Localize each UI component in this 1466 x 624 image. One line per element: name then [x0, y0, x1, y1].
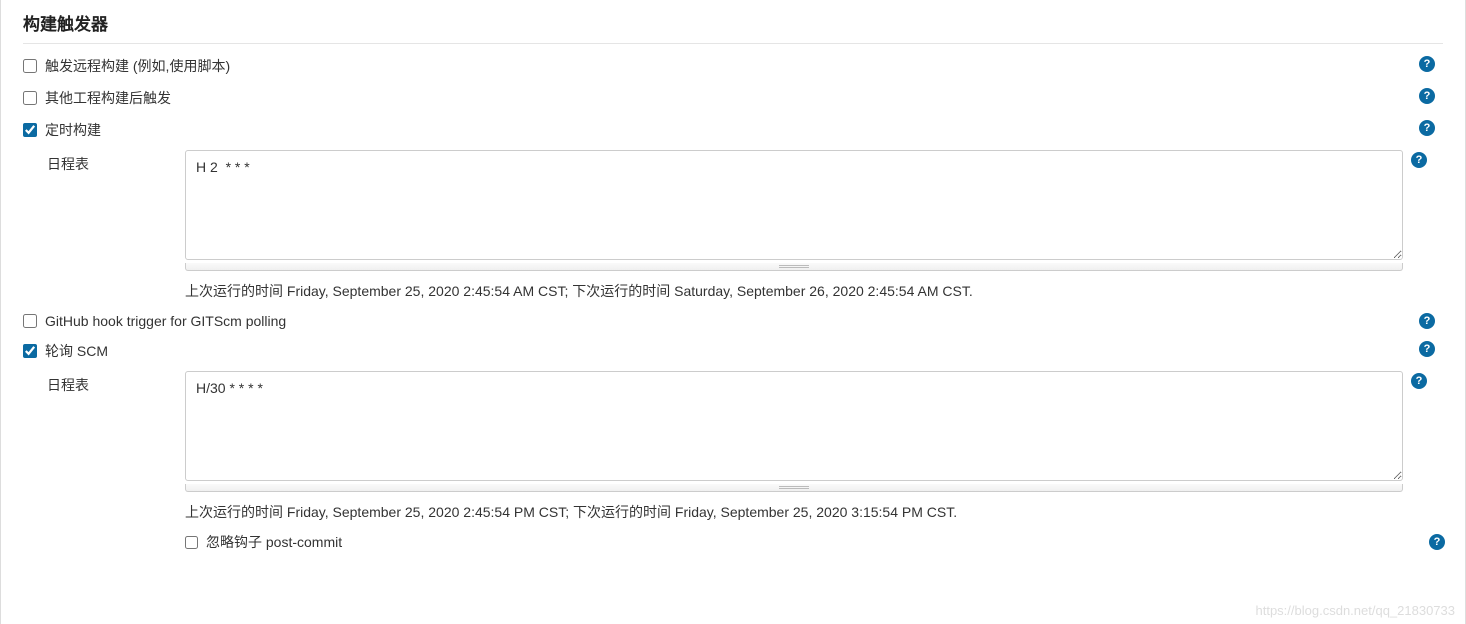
trigger-timer-label: 定时构建 [45, 120, 101, 140]
help-icon[interactable]: ? [1411, 373, 1427, 389]
trigger-github-hook-label: GitHub hook trigger for GITScm polling [45, 313, 286, 329]
timer-schedule-textarea[interactable] [185, 150, 1403, 260]
section-title: 构建触发器 [1, 0, 1465, 43]
trigger-after-other-row: 其他工程构建后触发 ? [1, 82, 1465, 114]
ignore-post-commit-label: 忽略钩子 post-commit [206, 532, 342, 552]
build-triggers-section: 构建触发器 触发远程构建 (例如,使用脚本) ? 其他工程构建后触发 ? 定时构… [0, 0, 1466, 624]
resize-handle[interactable] [185, 263, 1403, 271]
trigger-poll-scm-row: 轮询 SCM ? [1, 335, 1465, 367]
poll-scm-schedule-info: 上次运行的时间 Friday, September 25, 2020 2:45:… [185, 492, 1443, 528]
trigger-remote-row: 触发远程构建 (例如,使用脚本) ? [1, 50, 1465, 82]
trigger-timer-row: 定时构建 ? [1, 114, 1465, 146]
help-icon[interactable]: ? [1429, 534, 1445, 550]
help-icon[interactable]: ? [1419, 120, 1435, 136]
trigger-after-other-checkbox[interactable] [23, 91, 37, 105]
ignore-post-commit-checkbox[interactable] [185, 536, 198, 549]
grip-icon [779, 265, 809, 268]
trigger-timer-checkbox[interactable] [23, 123, 37, 137]
help-icon[interactable]: ? [1411, 152, 1427, 168]
trigger-remote-checkbox[interactable] [23, 59, 37, 73]
help-icon[interactable]: ? [1419, 56, 1435, 72]
watermark: https://blog.csdn.net/qq_21830733 [1256, 603, 1456, 618]
trigger-poll-scm-checkbox[interactable] [23, 344, 37, 358]
poll-scm-schedule-label: 日程表 [47, 371, 185, 395]
trigger-remote-label: 触发远程构建 (例如,使用脚本) [45, 56, 230, 76]
resize-handle[interactable] [185, 484, 1403, 492]
help-icon[interactable]: ? [1419, 88, 1435, 104]
trigger-poll-scm-label: 轮询 SCM [45, 341, 108, 361]
divider [23, 43, 1443, 44]
help-icon[interactable]: ? [1419, 313, 1435, 329]
trigger-after-other-label: 其他工程构建后触发 [45, 88, 171, 108]
trigger-github-hook-row: GitHub hook trigger for GITScm polling ? [1, 307, 1465, 335]
help-icon[interactable]: ? [1419, 341, 1435, 357]
poll-scm-schedule-row: 日程表 上次运行的时间 Friday, September 25, 2020 2… [1, 367, 1465, 556]
trigger-github-hook-checkbox[interactable] [23, 314, 37, 328]
timer-schedule-row: 日程表 上次运行的时间 Friday, September 25, 2020 2… [1, 146, 1465, 307]
timer-schedule-info: 上次运行的时间 Friday, September 25, 2020 2:45:… [185, 271, 1443, 307]
poll-scm-schedule-textarea[interactable] [185, 371, 1403, 481]
grip-icon [779, 486, 809, 489]
timer-schedule-label: 日程表 [47, 150, 185, 174]
